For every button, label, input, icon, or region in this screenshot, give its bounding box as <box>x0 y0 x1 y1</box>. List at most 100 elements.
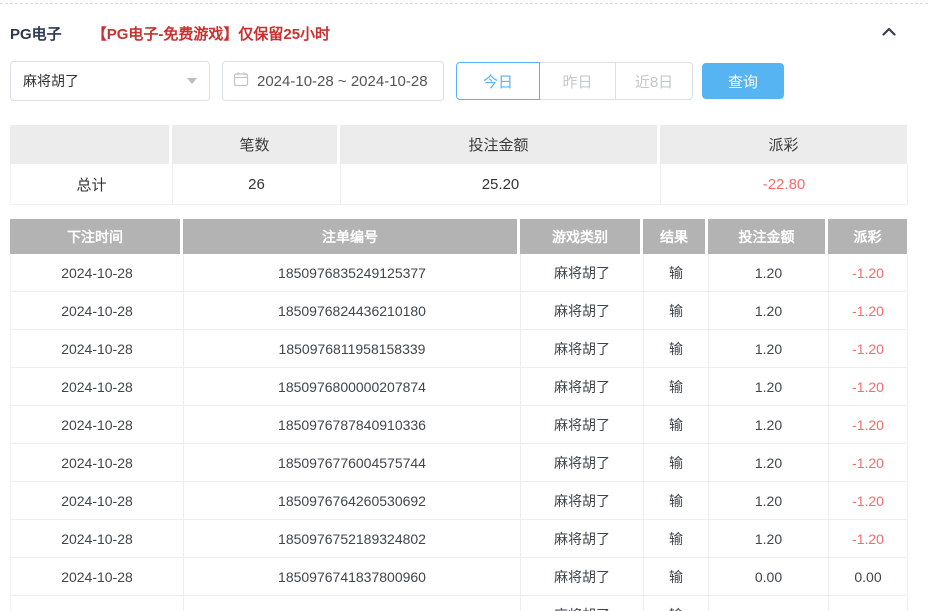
table-row-partial: 麻将胡了 输 <box>10 596 908 611</box>
cell-result: 输 <box>644 482 709 519</box>
cell-bet-time: 2024-10-28 <box>11 520 184 557</box>
cell-game-type: 麻将胡了 <box>521 482 644 519</box>
header-payout: 派彩 <box>828 219 907 254</box>
table-header-row: 下注时间 注单编号 游戏类别 结果 投注金额 派彩 <box>10 219 907 254</box>
cell-bet-time: 2024-10-28 <box>11 254 184 291</box>
summary-header-payout: 派彩 <box>660 125 907 164</box>
cell-bet-time: 2024-10-28 <box>11 558 184 595</box>
cell-game-type: 麻将胡了 <box>521 444 644 481</box>
cell-payout: -1.20 <box>829 520 908 557</box>
cell-order-id: 1850976811958158339 <box>184 330 521 367</box>
cell-game-type: 麻将胡了 <box>521 254 644 291</box>
cell-bet-amount: 0.00 <box>709 558 829 595</box>
cell-payout: -1.20 <box>829 482 908 519</box>
panel-header: PG电子 【PG电子-免费游戏】仅保留25小时 <box>10 4 907 59</box>
cell-bet-amount: 1.20 <box>709 330 829 367</box>
cell-payout: -1.20 <box>829 368 908 405</box>
cell-bet-amount: 1.20 <box>709 482 829 519</box>
summary-header-row: 笔数 投注金额 派彩 <box>10 125 907 164</box>
table-row: 2024-10-28 1850976800000207874 麻将胡了 输 1.… <box>10 368 908 406</box>
header-result: 结果 <box>643 219 708 254</box>
cell-order-id: 1850976787840910336 <box>184 406 521 443</box>
cell-bet-amount: 1.20 <box>709 406 829 443</box>
summary-table: 笔数 投注金额 派彩 总计 26 25.20 -22.80 <box>10 125 908 205</box>
cell-payout: -1.20 <box>829 254 908 291</box>
cell-order-id: 1850976824436210180 <box>184 292 521 329</box>
header-game-type: 游戏类别 <box>520 219 643 254</box>
cell-game-type: 麻将胡了 <box>521 558 644 595</box>
cell-order-id: 1850976800000207874 <box>184 368 521 405</box>
table-row: 2024-10-28 1850976811958158339 麻将胡了 输 1.… <box>10 330 908 368</box>
cell-result: 输 <box>644 596 709 611</box>
cell-result: 输 <box>644 520 709 557</box>
cell-bet-time <box>11 596 184 611</box>
summary-header-count: 笔数 <box>172 125 340 164</box>
cell-game-type: 麻将胡了 <box>521 596 644 611</box>
cell-order-id: 1850976764260530692 <box>184 482 521 519</box>
cell-result: 输 <box>644 254 709 291</box>
table-row: 2024-10-28 1850976764260530692 麻将胡了 输 1.… <box>10 482 908 520</box>
summary-header-blank <box>10 125 172 164</box>
cell-bet-amount: 1.20 <box>709 254 829 291</box>
cell-order-id: 1850976835249125377 <box>184 254 521 291</box>
summary-total-bet-amount: 25.20 <box>341 164 661 204</box>
collapse-button[interactable] <box>879 22 899 45</box>
summary-total-payout: -22.80 <box>661 164 908 204</box>
table-row: 2024-10-28 1850976824436210180 麻将胡了 输 1.… <box>10 292 908 330</box>
cell-bet-time: 2024-10-28 <box>11 368 184 405</box>
cell-result: 输 <box>644 406 709 443</box>
date-range-value: 2024-10-28 ~ 2024-10-28 <box>257 72 428 90</box>
table-row: 2024-10-28 1850976752189324802 麻将胡了 输 1.… <box>10 520 908 558</box>
table-row: 2024-10-28 1850976741837800960 麻将胡了 输 0.… <box>10 558 908 596</box>
cell-result: 输 <box>644 444 709 481</box>
page-title: PG电子 <box>10 26 62 43</box>
quick-filter-yesterday-button[interactable]: 昨日 <box>539 62 616 100</box>
header-order-id: 注单编号 <box>183 219 520 254</box>
cell-payout: -1.20 <box>829 444 908 481</box>
summary-total-count: 26 <box>173 164 341 204</box>
cell-bet-amount: 1.20 <box>709 444 829 481</box>
cell-result: 输 <box>644 558 709 595</box>
pg-records-panel: PG电子 【PG电子-免费游戏】仅保留25小时 麻将胡了 2024-10-28 … <box>10 4 908 611</box>
filter-toolbar: 麻将胡了 2024-10-28 ~ 2024-10-28 今日 昨日 近8日 查… <box>10 59 907 103</box>
table-row: 2024-10-28 1850976835249125377 麻将胡了 输 1.… <box>10 254 908 292</box>
cell-order-id: 1850976752189324802 <box>184 520 521 557</box>
quick-date-button-group: 今日 昨日 近8日 <box>456 62 693 100</box>
search-button[interactable]: 查询 <box>702 63 784 99</box>
cell-bet-time: 2024-10-28 <box>11 444 184 481</box>
calendar-icon <box>233 71 249 92</box>
announcement-text: 【PG电子-免费游戏】仅保留25小时 <box>91 26 331 43</box>
summary-total-label: 总计 <box>11 164 173 204</box>
cell-bet-amount <box>709 596 829 611</box>
cell-result: 输 <box>644 292 709 329</box>
cell-order-id <box>184 596 521 611</box>
cell-bet-time: 2024-10-28 <box>11 292 184 329</box>
cell-order-id: 1850976741837800960 <box>184 558 521 595</box>
cell-order-id: 1850976776004575744 <box>184 444 521 481</box>
chevron-up-icon <box>879 22 899 45</box>
table-row: 2024-10-28 1850976787840910336 麻将胡了 输 1.… <box>10 406 908 444</box>
cell-bet-time: 2024-10-28 <box>11 330 184 367</box>
quick-filter-last8days-button[interactable]: 近8日 <box>615 62 693 100</box>
cell-payout: -1.20 <box>829 292 908 329</box>
header-bet-time: 下注时间 <box>10 219 183 254</box>
caret-down-icon <box>187 78 197 84</box>
cell-payout: -1.20 <box>829 330 908 367</box>
header-bet-amount: 投注金额 <box>708 219 828 254</box>
cell-payout: -1.20 <box>829 406 908 443</box>
cell-result: 输 <box>644 368 709 405</box>
cell-game-type: 麻将胡了 <box>521 330 644 367</box>
cell-result: 输 <box>644 330 709 367</box>
game-select-value: 麻将胡了 <box>23 73 79 89</box>
cell-bet-time: 2024-10-28 <box>11 482 184 519</box>
table-row: 2024-10-28 1850976776004575744 麻将胡了 输 1.… <box>10 444 908 482</box>
cell-bet-amount: 1.20 <box>709 368 829 405</box>
cell-bet-amount: 1.20 <box>709 520 829 557</box>
bet-records-table: 下注时间 注单编号 游戏类别 结果 投注金额 派彩 2024-10-28 185… <box>10 219 908 611</box>
summary-total-row: 总计 26 25.20 -22.80 <box>10 164 908 205</box>
date-range-input[interactable]: 2024-10-28 ~ 2024-10-28 <box>222 61 444 101</box>
cell-payout: 0.00 <box>829 558 908 595</box>
summary-header-bet-amount: 投注金额 <box>340 125 660 164</box>
quick-filter-today-button[interactable]: 今日 <box>456 62 540 100</box>
game-select[interactable]: 麻将胡了 <box>10 61 210 101</box>
